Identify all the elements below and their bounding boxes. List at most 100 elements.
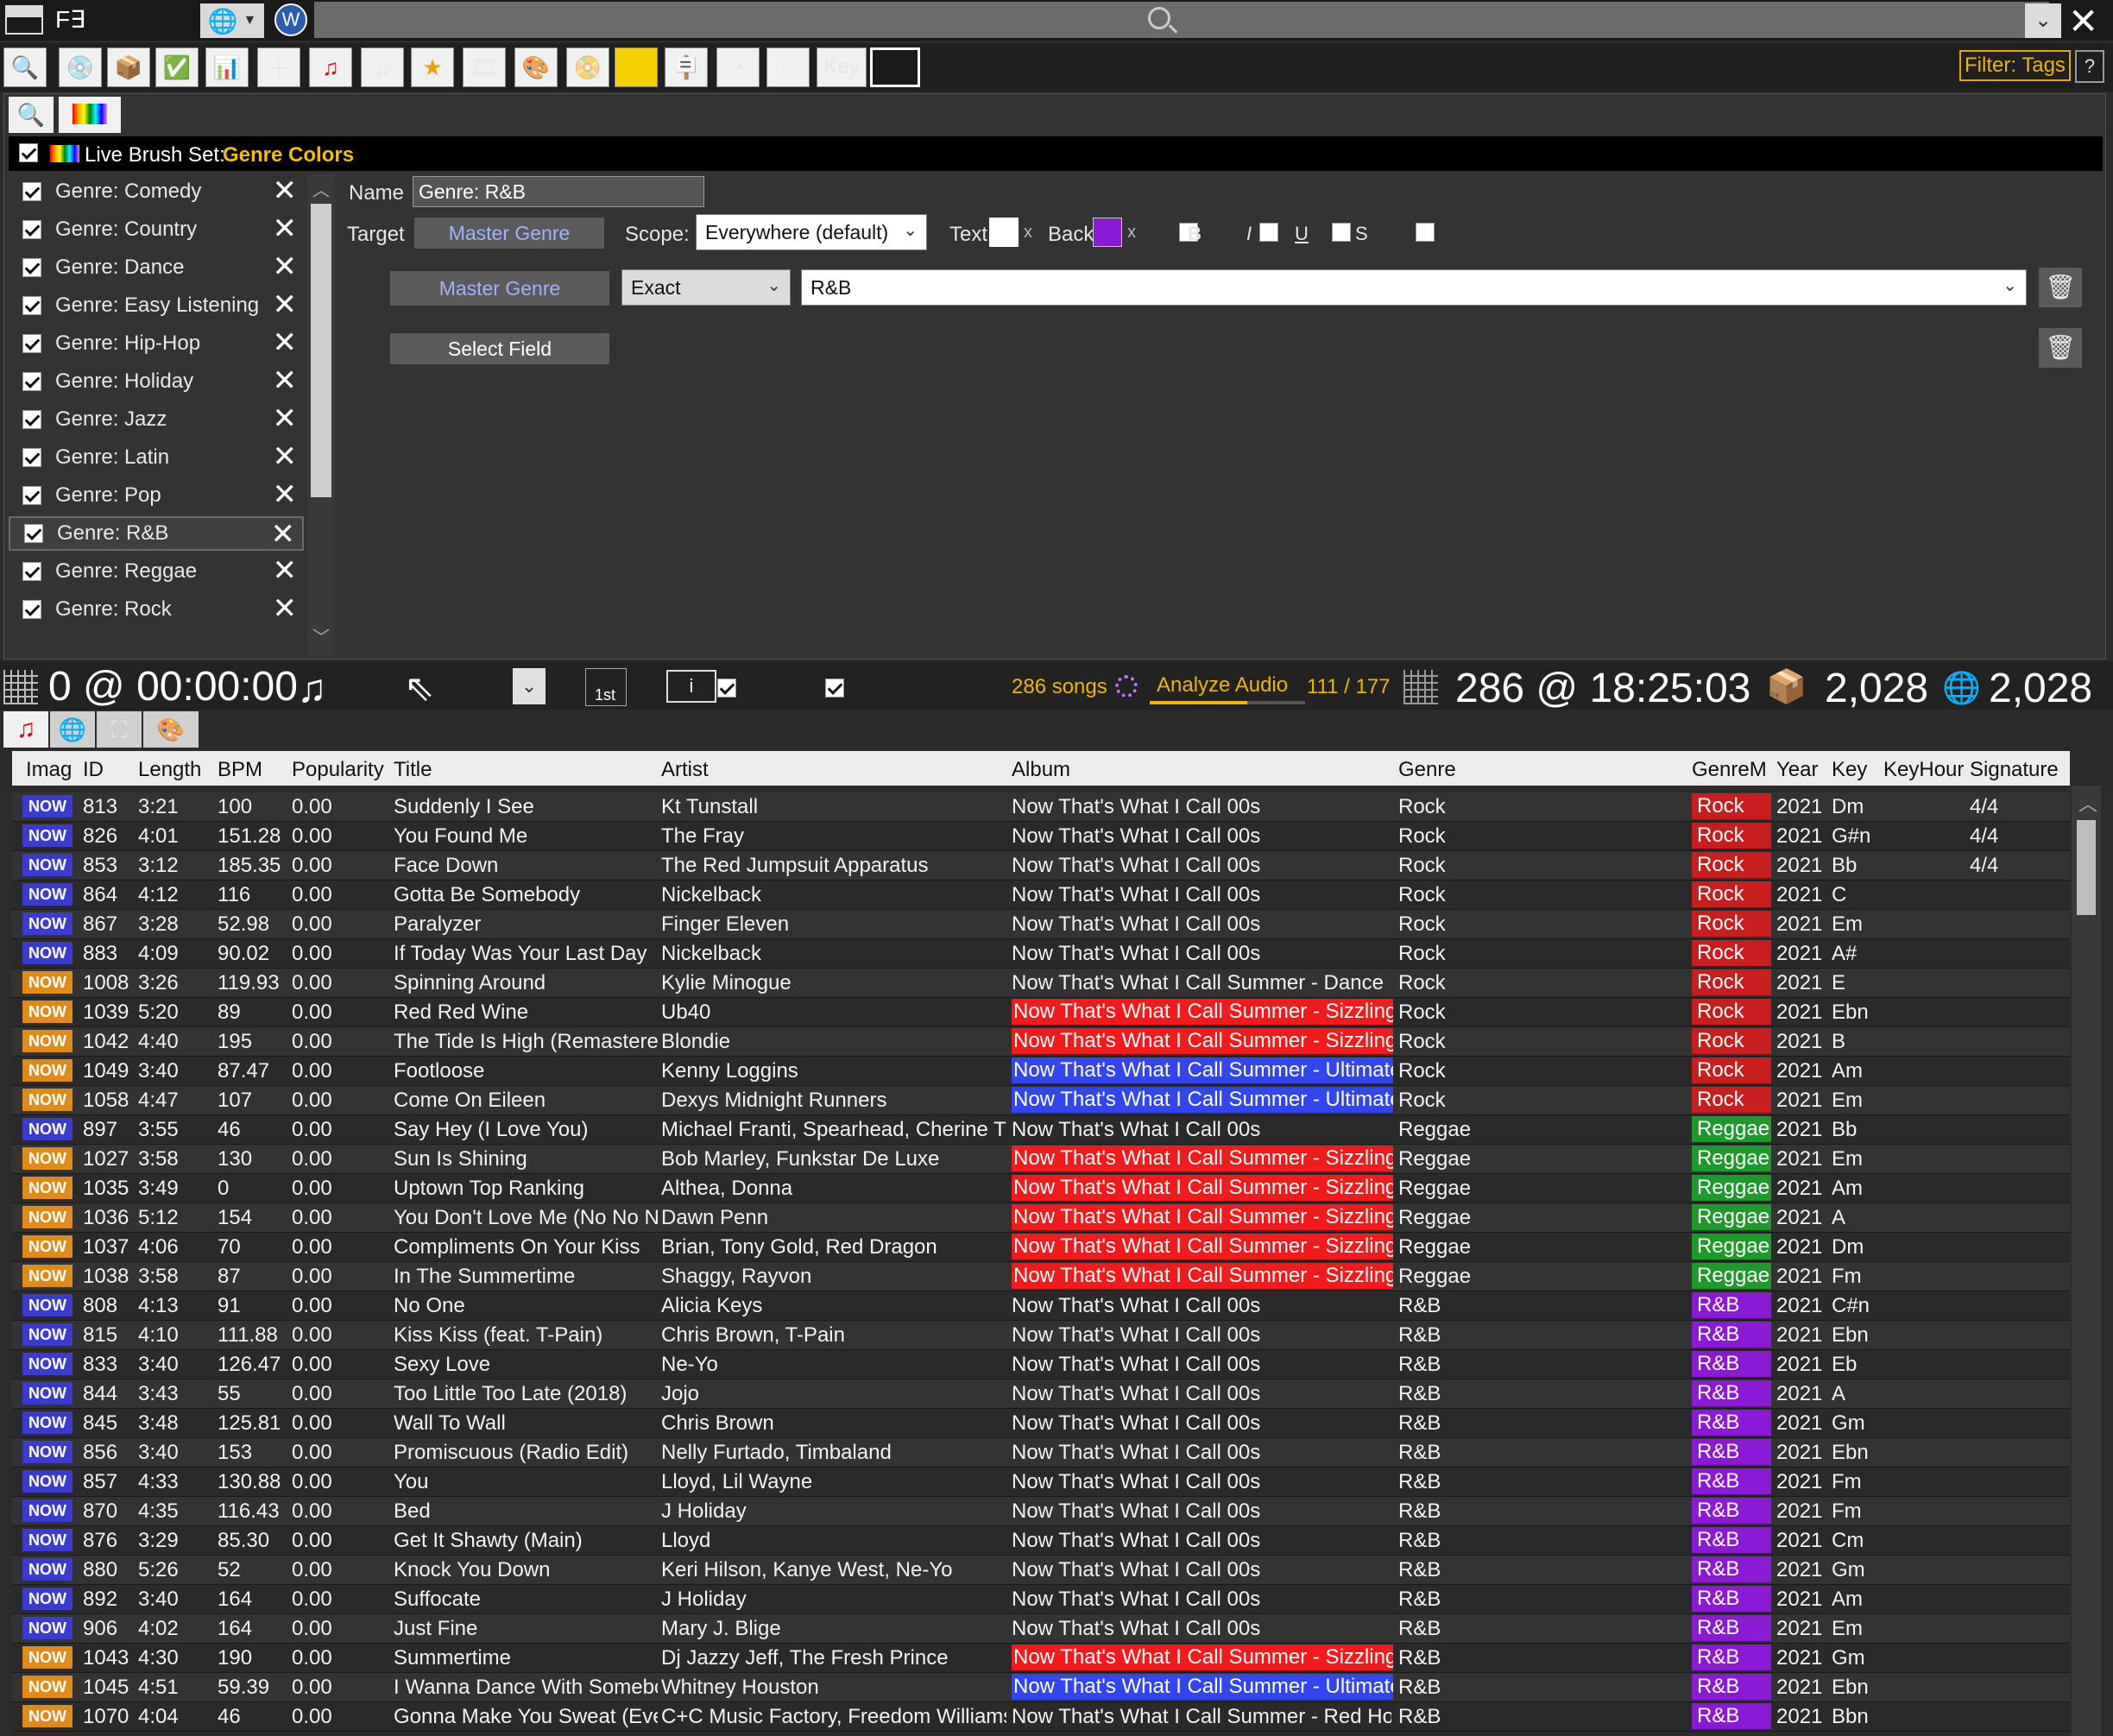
add-icon[interactable]: ＋ xyxy=(257,47,300,87)
remove-brush-icon[interactable]: ✕ xyxy=(273,594,298,623)
table-row[interactable]: NOW 1049 3:40 87.47 0.00 Footloose Kenny Loggi… xyxy=(12,1057,2070,1086)
rule1-mode-select[interactable]: Exact ⌄ xyxy=(621,269,791,306)
table-row[interactable]: NOW 1008 3:26 119.93 0.00 Spinning Around Kyli… xyxy=(12,969,2070,998)
back-color-swatch[interactable] xyxy=(1093,218,1122,247)
layout-icon[interactable] xyxy=(870,47,920,87)
name-input[interactable] xyxy=(413,176,704,207)
back-color-clear[interactable]: x xyxy=(1127,223,1136,243)
cursor-click-icon[interactable]: ⇖ xyxy=(404,666,434,709)
dots-ring-icon[interactable]: ◌ xyxy=(766,47,810,87)
column-header[interactable]: Artist xyxy=(661,758,709,782)
shortcut-label[interactable]: F∃ xyxy=(55,5,85,34)
scope-select[interactable]: Everywhere (default) ⌄ xyxy=(696,214,927,250)
column-header[interactable]: Length xyxy=(138,758,201,782)
table-row[interactable]: NOW 1038 3:58 87 0.00 In The Summertime Shaggy… xyxy=(12,1262,2070,1291)
menu-icon[interactable] xyxy=(5,5,43,35)
cd-icon[interactable]: 💿 xyxy=(59,47,102,87)
table-row[interactable]: NOW 1070 4:04 46 0.00 Gonna Make You Sweat (E… xyxy=(12,1702,2070,1732)
search-tool-icon[interactable]: 🔍 xyxy=(3,47,47,87)
brush-item[interactable]: Genre: Reggae ✕ xyxy=(9,554,304,589)
text-color-swatch[interactable] xyxy=(989,218,1019,247)
remove-brush-icon[interactable]: ✕ xyxy=(273,404,298,433)
brush-item[interactable]: Genre: Easy Listening ✕ xyxy=(9,288,304,323)
scroll-down-icon[interactable]: ﹀ xyxy=(312,623,330,648)
brush-checkbox[interactable] xyxy=(22,486,41,505)
table-row[interactable]: NOW 857 4:33 130.88 0.00 You Lloyd, Lil Wayne N… xyxy=(12,1468,2070,1497)
brush-checkbox[interactable] xyxy=(22,220,41,239)
table-row[interactable]: NOW 808 4:13 91 0.00 No One Alicia Keys Now Tha… xyxy=(12,1291,2070,1321)
remove-brush-icon[interactable]: ✕ xyxy=(273,176,298,205)
table-row[interactable]: NOW 844 3:43 55 0.00 Too Little Too Late (201… xyxy=(12,1379,2070,1409)
table-row[interactable]: NOW 815 4:10 111.88 0.00 Kiss Kiss (feat. T-P… xyxy=(12,1321,2070,1350)
table-row[interactable]: NOW 1039 5:20 89 0.00 Red Red Wine Ub40 Now Tha… xyxy=(12,998,2070,1027)
search-input[interactable] xyxy=(314,2,2049,38)
music-note-icon[interactable]: ♫ xyxy=(309,47,352,87)
panel-color-tab[interactable] xyxy=(59,97,121,133)
brush-checkbox[interactable] xyxy=(22,448,41,467)
mode-dropdown-button[interactable]: ⌄ xyxy=(513,668,546,704)
table-row[interactable]: NOW 867 3:28 52.98 0.00 Paralyzer Finger Eleve… xyxy=(12,910,2070,939)
column-header[interactable]: Genre xyxy=(1398,758,1456,782)
table-row[interactable]: NOW 833 3:40 126.47 0.00 Sexy Love Ne-Yo Now Th… xyxy=(12,1350,2070,1379)
table-row[interactable]: NOW 1043 4:30 190 0.00 Summertime Dj Jazzy Jef… xyxy=(12,1644,2070,1673)
column-header[interactable]: Key xyxy=(1832,758,1867,782)
column-header[interactable]: GenreM xyxy=(1692,758,1767,782)
column-header[interactable]: KeyHour xyxy=(1883,758,1964,782)
remove-brush-icon[interactable]: ✕ xyxy=(271,520,296,549)
table-row[interactable]: NOW 1045 4:51 59.39 0.00 I Wanna Dance With S… xyxy=(12,1673,2070,1702)
brush-item[interactable]: Genre: R&B ✕ xyxy=(9,516,304,551)
help-button[interactable]: ? xyxy=(2075,50,2104,83)
table-row[interactable]: NOW 870 4:35 116.43 0.00 Bed J Holiday Now That… xyxy=(12,1497,2070,1526)
grid-icon[interactable] xyxy=(3,670,38,704)
column-header[interactable]: BPM xyxy=(218,758,262,782)
remove-brush-icon[interactable]: ✕ xyxy=(273,442,298,471)
tab-expand-icon[interactable]: ⛶ xyxy=(97,711,142,748)
star-icon[interactable]: ★ xyxy=(411,47,454,87)
brush-item[interactable]: Genre: Dance ✕ xyxy=(9,250,304,285)
w-logo-icon[interactable]: W xyxy=(274,3,307,36)
strike-checkbox[interactable] xyxy=(1415,223,1435,242)
brush-item[interactable]: Genre: Country ✕ xyxy=(9,212,304,247)
brush-checkbox[interactable] xyxy=(22,182,41,201)
column-header[interactable]: ID xyxy=(83,758,104,782)
close-icon[interactable]: ✕ xyxy=(2068,0,2098,42)
music-note-icon[interactable]: ♫ xyxy=(297,665,327,711)
target-button[interactable]: Master Genre xyxy=(414,218,604,249)
music-note-black-icon[interactable]: ♫ xyxy=(361,47,404,87)
table-row[interactable]: NOW 883 4:09 90.02 0.00 If Today Was Your Las… xyxy=(12,939,2070,969)
rule1-field-button[interactable]: Master Genre xyxy=(390,271,609,306)
column-header[interactable]: Title xyxy=(394,758,432,782)
rule1-trash-icon[interactable]: 🗑 xyxy=(2039,268,2082,307)
rule1-value-input[interactable]: R&B ⌄ xyxy=(801,269,2027,306)
table-row[interactable]: NOW 1037 4:06 70 0.00 Compliments On Your Kis… xyxy=(12,1233,2070,1262)
scrollbar-thumb[interactable] xyxy=(311,204,331,497)
key-button[interactable]: Key xyxy=(817,47,867,87)
table-row[interactable]: NOW 906 4:02 164 0.00 Just Fine Mary J. Blige N… xyxy=(12,1614,2070,1644)
live-brush-checkbox[interactable] xyxy=(19,143,38,162)
table-row[interactable]: NOW 813 3:21 100 0.00 Suddenly I See Kt Tunsta… xyxy=(12,792,2070,822)
filter-tags-button[interactable]: Filter: Tags xyxy=(1959,50,2071,81)
bar-chart-icon[interactable]: 📊 xyxy=(205,47,249,87)
table-scrollbar[interactable]: ︿ xyxy=(2072,786,2101,1736)
remove-brush-icon[interactable]: ✕ xyxy=(273,556,298,585)
scroll-up-icon[interactable]: ︿ xyxy=(312,176,330,201)
scrollbar-thumb[interactable] xyxy=(2077,820,2096,915)
brush-checkbox[interactable] xyxy=(22,258,41,277)
underline-checkbox[interactable] xyxy=(1332,223,1352,242)
table-row[interactable]: NOW 845 3:48 125.81 0.00 Wall To Wall Chris Br… xyxy=(12,1409,2070,1438)
tab-color-icon[interactable]: 🎨 xyxy=(143,711,199,748)
table-row[interactable]: NOW 892 3:40 164 0.00 Suffocate J Holiday Now T… xyxy=(12,1585,2070,1614)
tab-world-icon[interactable]: 🌐 xyxy=(50,711,95,748)
palette-icon[interactable]: 🎨 xyxy=(514,47,558,87)
column-header[interactable]: Popularity xyxy=(292,758,384,782)
info-checkbox[interactable] xyxy=(824,679,844,698)
cube-icon[interactable]: 📦 xyxy=(107,47,150,87)
rule2-trash-icon[interactable]: 🗑 xyxy=(2039,328,2082,368)
rule2-field-button[interactable]: Select Field xyxy=(390,333,609,364)
yellow-note-icon[interactable] xyxy=(615,47,658,87)
table-row[interactable]: NOW 876 3:29 85.30 0.00 Get It Shawty (Main) L… xyxy=(12,1526,2070,1556)
table-row[interactable]: NOW 1042 4:40 195 0.00 The Tide Is High (Rema… xyxy=(12,1027,2070,1057)
table-row[interactable]: NOW 1036 5:12 154 0.00 You Don't Love Me (No … xyxy=(12,1203,2070,1233)
brush-item[interactable]: Genre: Rock ✕ xyxy=(9,592,304,627)
analyze-audio-button[interactable]: Analyze Audio xyxy=(1157,673,1288,698)
